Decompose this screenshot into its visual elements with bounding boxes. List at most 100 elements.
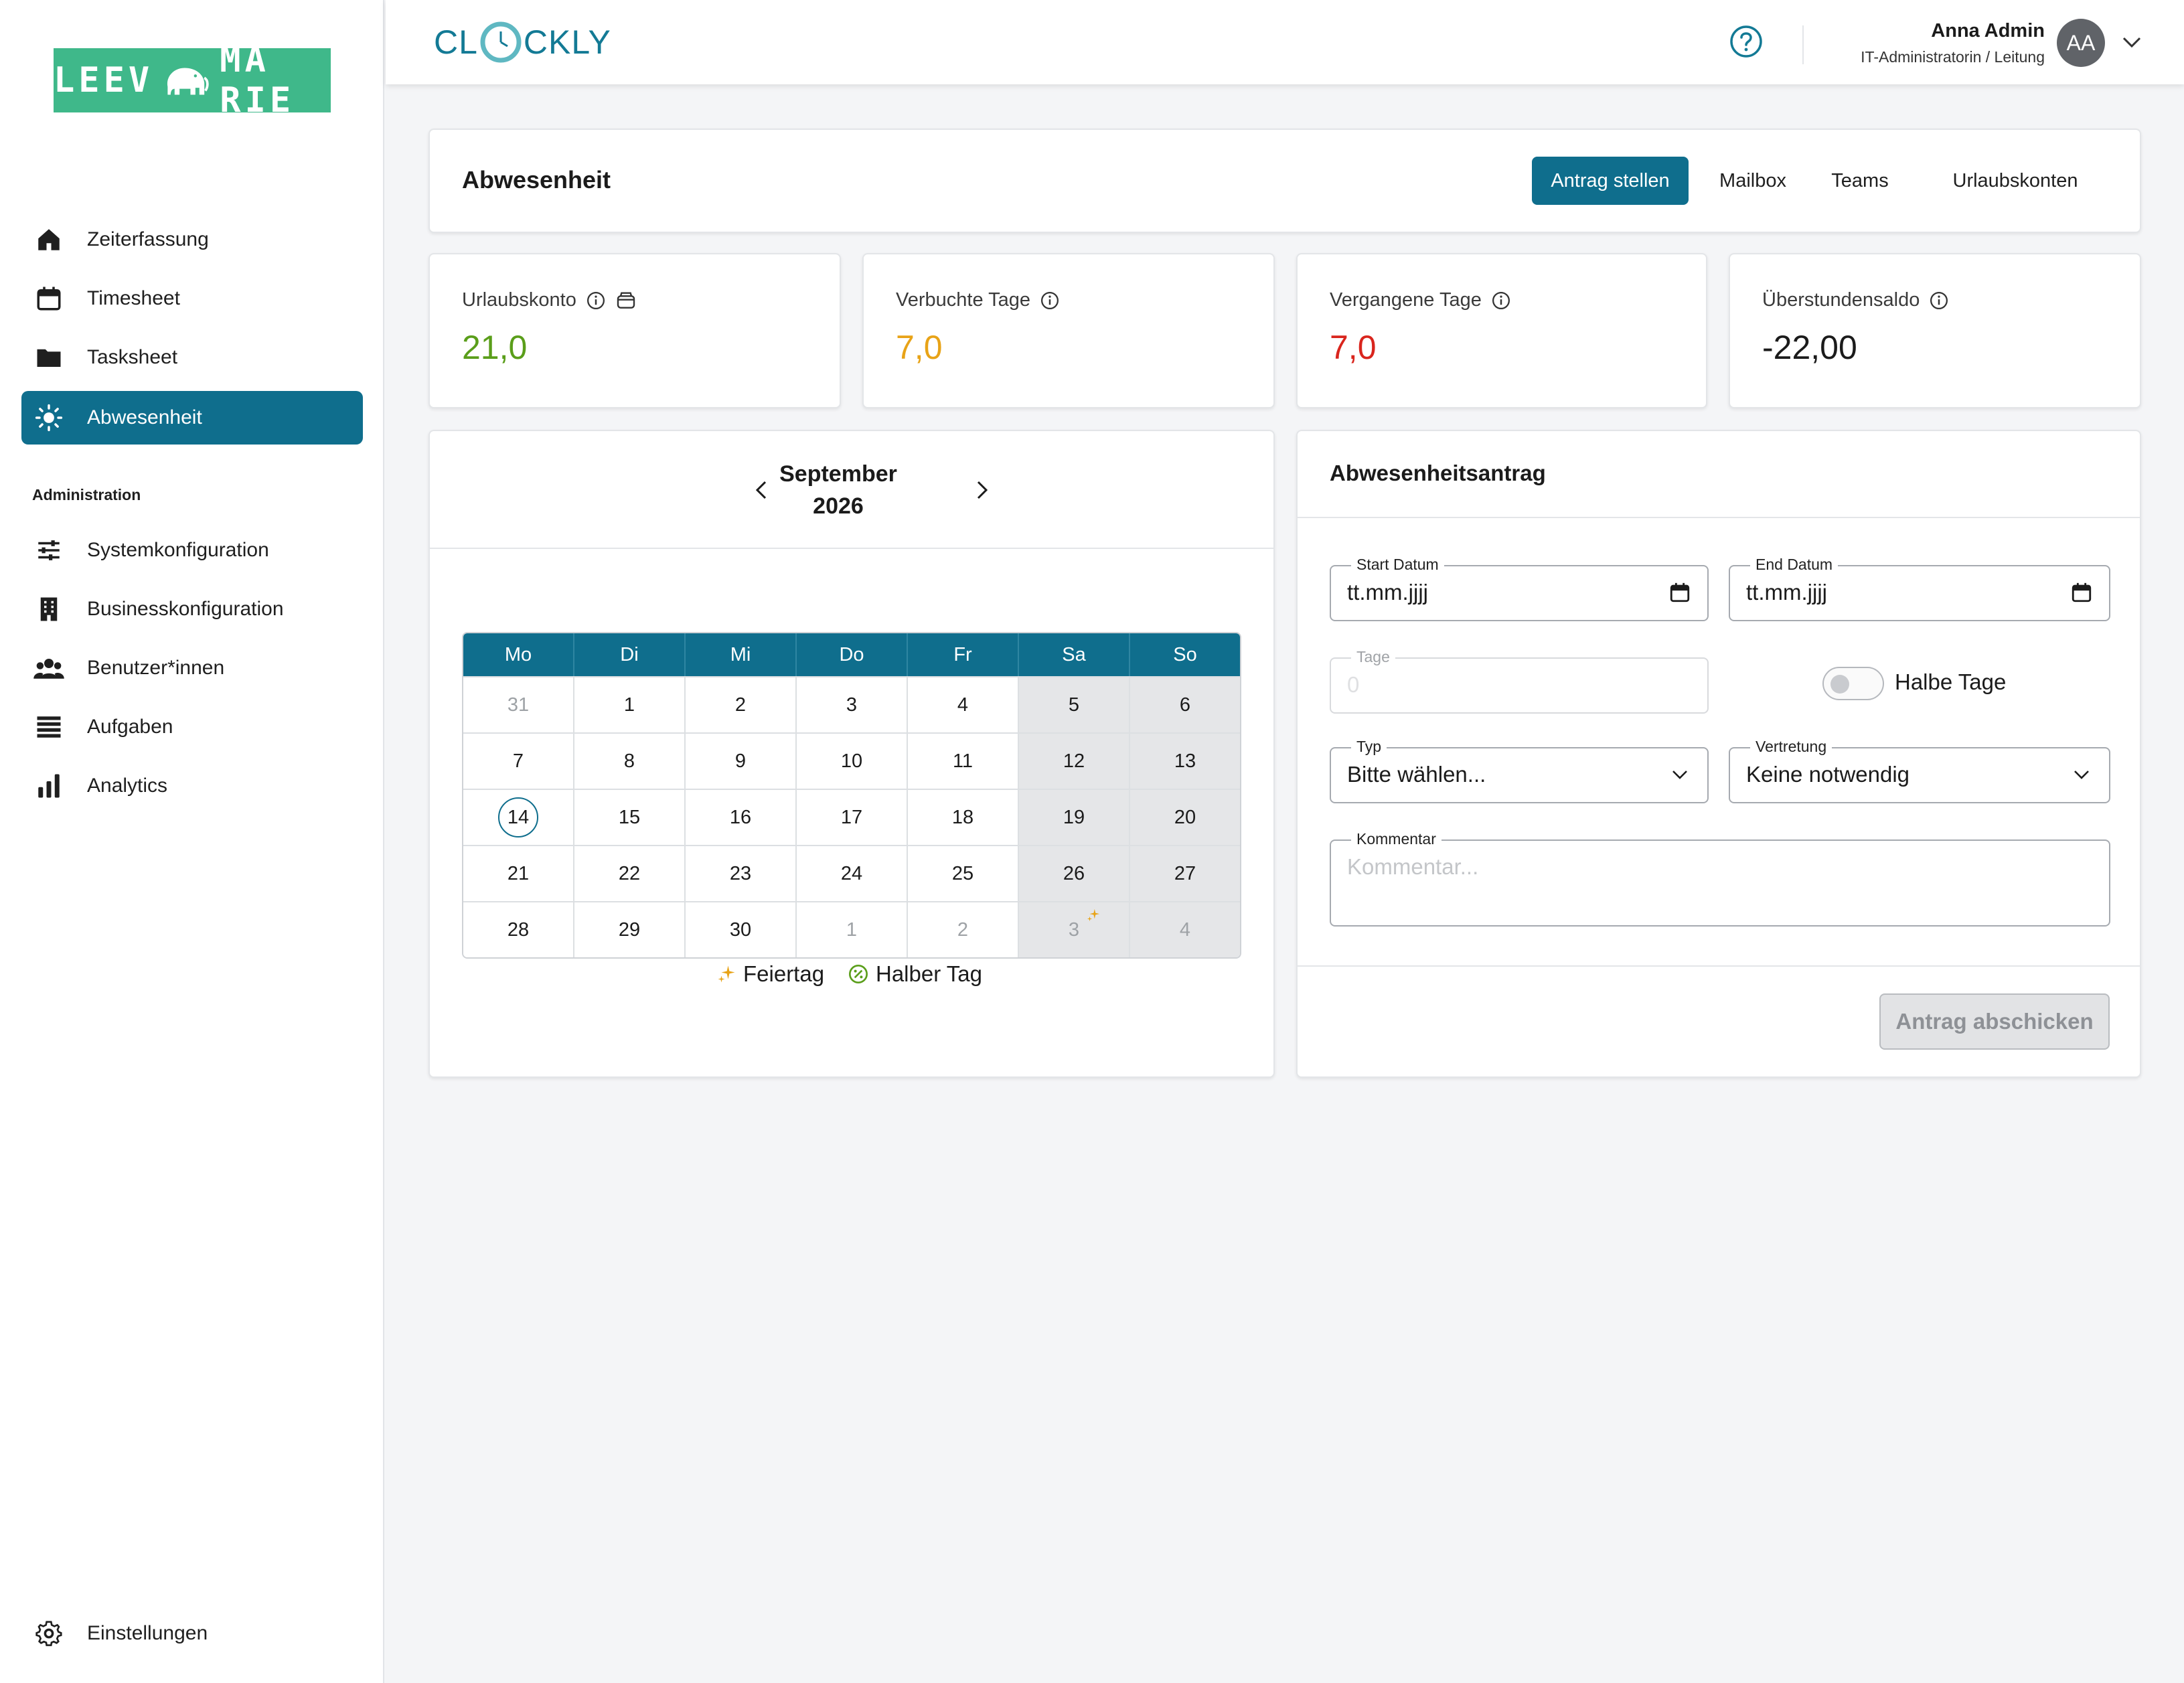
calendar-day[interactable]: 1 — [797, 902, 908, 957]
info-icon[interactable] — [586, 291, 606, 311]
calendar-year: 2026 — [813, 493, 864, 519]
calendar-day[interactable]: 28 — [463, 902, 574, 957]
calendar-day[interactable]: 1 — [574, 677, 686, 732]
calendar-day[interactable]: 3 — [797, 677, 908, 732]
sidebar-item-aufgaben[interactable]: Aufgaben — [21, 700, 363, 754]
calendar-week: 14 15 16 17 18 19 20 — [463, 789, 1240, 845]
calendar-day[interactable]: 20 — [1130, 790, 1240, 845]
comment-textarea[interactable]: Kommentar Kommentar... — [1330, 830, 2110, 927]
sidebar-item-abwesenheit[interactable]: Abwesenheit — [21, 391, 363, 445]
end-date-field[interactable]: End Datum tt.mm.jjjj — [1729, 556, 2110, 621]
info-icon[interactable] — [1929, 291, 1949, 311]
help-icon[interactable] — [1729, 24, 1764, 59]
calendar-day[interactable]: 23 — [686, 846, 797, 901]
end-date-value: tt.mm.jjjj — [1746, 580, 1827, 605]
stat-card-urlaubskonto: Urlaubskonto 21,0 — [428, 253, 841, 408]
stat-card-ueberstundensaldo: Überstundensaldo -22,00 — [1729, 253, 2141, 408]
stat-value: 21,0 — [462, 329, 528, 366]
next-month-button[interactable] — [961, 470, 1002, 510]
calendar-day[interactable]: 13 — [1130, 734, 1240, 789]
tab-urlaubskonten[interactable]: Urlaubskonten — [1919, 157, 2112, 205]
sidebar-item-zeiterfassung[interactable]: Zeiterfassung — [21, 213, 363, 266]
calendar-day[interactable]: 27 — [1130, 846, 1240, 901]
half-days-toggle[interactable] — [1822, 667, 1884, 700]
calendar-day[interactable]: 29 — [574, 902, 686, 957]
sidebar-item-einstellungen[interactable]: Einstellungen — [21, 1607, 363, 1660]
sidebar-item-label: Timesheet — [87, 287, 180, 309]
calendar-day[interactable]: 17 — [797, 790, 908, 845]
calendar-day[interactable]: 9 — [686, 734, 797, 789]
company-logo[interactable]: LEEV MA RIE — [54, 40, 331, 121]
info-icon[interactable] — [1040, 291, 1060, 311]
calendar-day[interactable]: 7 — [463, 734, 574, 789]
tab-antrag-stellen[interactable]: Antrag stellen — [1532, 157, 1689, 205]
calendar-day[interactable]: 18 — [908, 790, 1019, 845]
sidebar-item-label: Aufgaben — [87, 716, 173, 738]
legend-half-day: Halber Tag — [848, 961, 982, 987]
app-brand[interactable]: CL CKLY — [434, 19, 611, 66]
sidebar-item-label: Analytics — [87, 775, 168, 797]
calendar-day[interactable]: 26 — [1019, 846, 1130, 901]
calendar-day[interactable]: 21 — [463, 846, 574, 901]
info-icon[interactable] — [1491, 291, 1511, 311]
sidebar-item-tasksheet[interactable]: Tasksheet — [21, 331, 363, 384]
calendar-day[interactable]: 10 — [797, 734, 908, 789]
calendar-day[interactable]: 11 — [908, 734, 1019, 789]
bar-chart-icon — [33, 771, 64, 801]
sliders-icon — [33, 535, 64, 566]
legend-holiday-label: Feiertag — [743, 961, 825, 986]
calendar-day[interactable]: 30 — [686, 902, 797, 957]
calendar-day[interactable]: 15 — [574, 790, 686, 845]
calendar-day[interactable]: 31 — [463, 677, 574, 732]
calendar-day[interactable]: 6 — [1130, 677, 1240, 732]
calendar-day[interactable]: 25 — [908, 846, 1019, 901]
calendar-week: 31 1 2 3 4 5 6 — [463, 676, 1240, 732]
calendar-day[interactable]: 4 — [1130, 902, 1240, 957]
sidebar-item-analytics[interactable]: Analytics — [21, 759, 363, 813]
type-label: Typ — [1351, 738, 1387, 756]
sun-icon — [33, 402, 64, 433]
calendar-day[interactable]: 5 — [1019, 677, 1130, 732]
calendar-icon[interactable] — [2070, 581, 2093, 604]
calendar-day[interactable]: 4 — [908, 677, 1019, 732]
calendar-icon[interactable] — [1668, 581, 1691, 604]
start-date-label: Start Datum — [1351, 556, 1444, 574]
calendar-grid: Mo Di Mi Do Fr Sa So 31 1 2 3 4 5 6 7 8 … — [462, 632, 1241, 959]
stat-label-text: Verbuchte Tage — [896, 289, 1031, 311]
calendar-day[interactable]: 2 — [908, 902, 1019, 957]
chevron-down-icon[interactable] — [2120, 32, 2144, 52]
calendar-weekday-header: Mo Di Mi Do Fr Sa So — [463, 633, 1240, 676]
calendar-day[interactable]: 16 — [686, 790, 797, 845]
type-select[interactable]: Typ Bitte wählen... — [1330, 738, 1709, 803]
chevron-down-icon — [2074, 771, 2089, 779]
type-value: Bitte wählen... — [1347, 762, 1486, 787]
calendar-day[interactable]: 2 — [686, 677, 797, 732]
tab-mailbox[interactable]: Mailbox — [1706, 157, 1800, 205]
calendar-day[interactable]: 24 — [797, 846, 908, 901]
sidebar-item-businesskonfiguration[interactable]: Businesskonfiguration — [21, 582, 363, 636]
sidebar-item-benutzer[interactable]: Benutzer*innen — [21, 641, 363, 695]
calendar-week: 7 8 9 10 11 12 13 — [463, 732, 1240, 789]
weekday-fr: Fr — [908, 633, 1019, 676]
calendar-day[interactable]: 22 — [574, 846, 686, 901]
representative-select[interactable]: Vertretung Keine notwendig — [1729, 738, 2110, 803]
submit-request-button[interactable]: Antrag abschicken — [1879, 993, 2110, 1050]
stat-value: 7,0 — [1330, 329, 1377, 366]
sidebar-item-timesheet[interactable]: Timesheet — [21, 272, 363, 325]
users-icon — [33, 653, 64, 684]
chevron-right-icon — [977, 481, 988, 499]
start-date-field[interactable]: Start Datum tt.mm.jjjj — [1330, 556, 1709, 621]
calendar-day-today[interactable]: 14 — [463, 790, 574, 845]
avatar[interactable]: AA — [2057, 19, 2105, 67]
toggle-knob — [1830, 675, 1849, 694]
calendar-day-holiday[interactable]: 3 — [1019, 902, 1130, 957]
archive-icon[interactable] — [615, 290, 637, 311]
calendar-day[interactable]: 12 — [1019, 734, 1130, 789]
tab-teams[interactable]: Teams — [1818, 157, 1901, 205]
sidebar-item-systemkonfiguration[interactable]: Systemkonfiguration — [21, 524, 363, 577]
calendar-day[interactable]: 19 — [1019, 790, 1130, 845]
calendar-day[interactable]: 8 — [574, 734, 686, 789]
elephant-icon — [167, 68, 209, 95]
building-icon — [33, 594, 64, 625]
stat-label: Vergangene Tage — [1330, 289, 1511, 311]
